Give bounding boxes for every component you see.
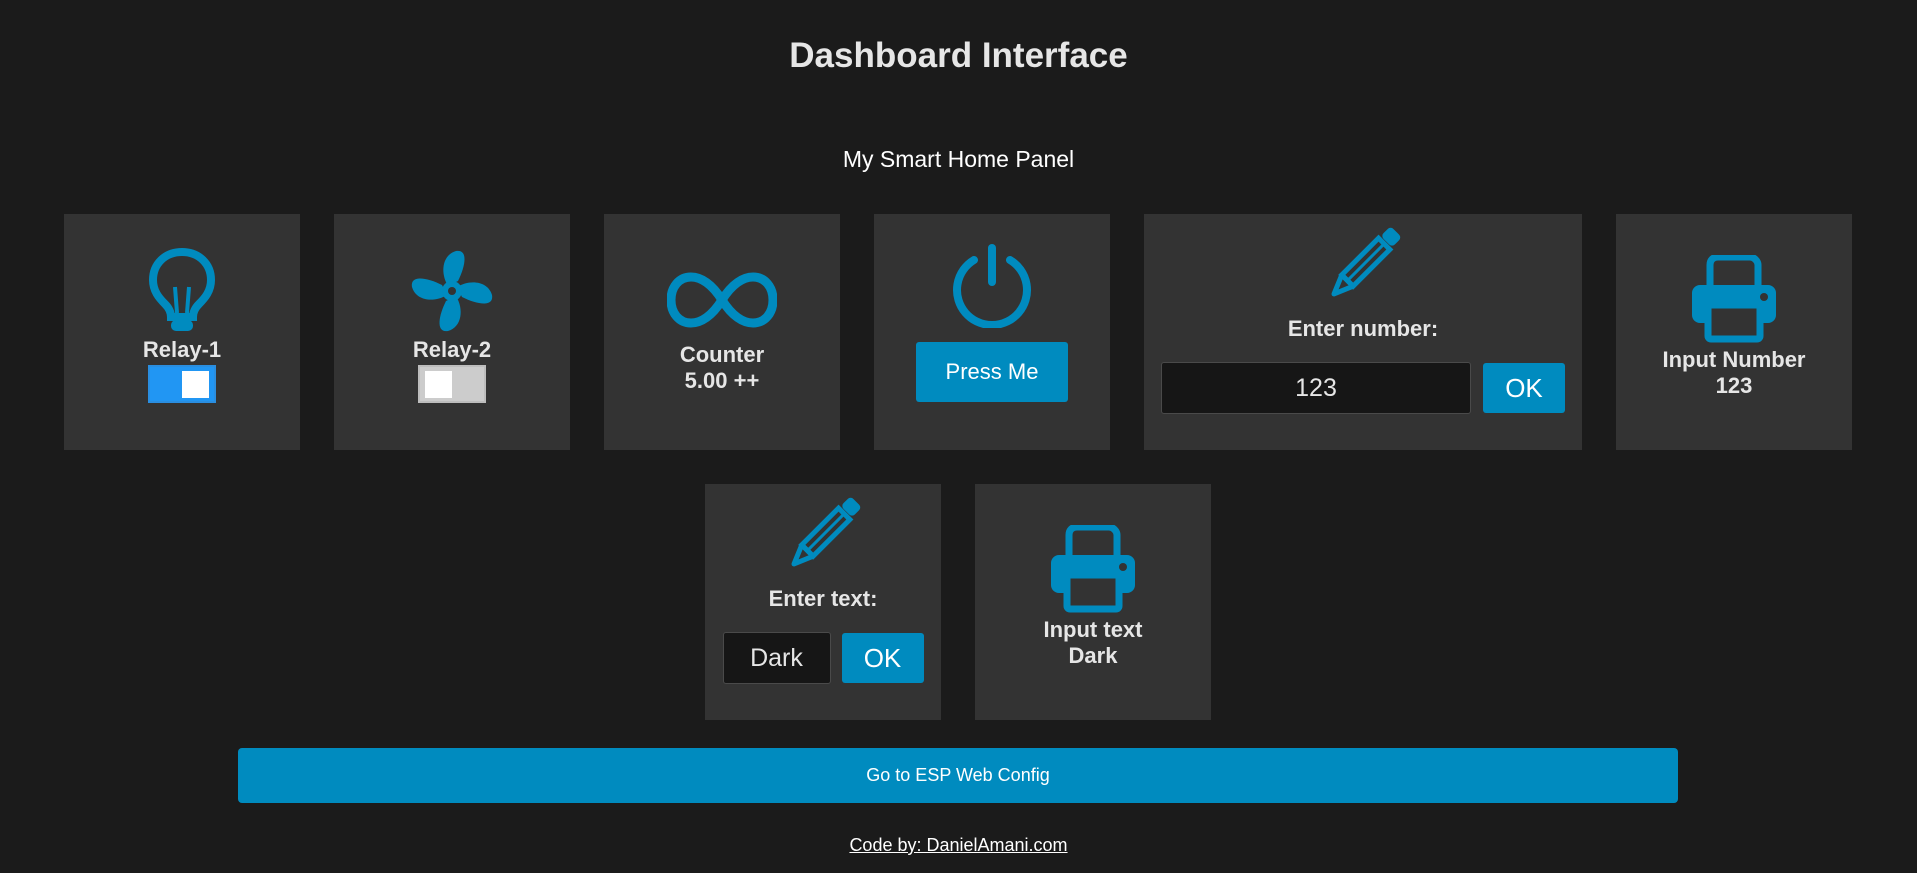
toggle-knob — [425, 371, 452, 398]
input-number-value: 123 — [1715, 373, 1753, 398]
pencil-icon — [791, 497, 861, 567]
printer-icon — [1692, 255, 1776, 343]
number-input-row: OK — [1161, 362, 1565, 414]
text-ok-button[interactable]: OK — [841, 633, 924, 683]
counter-label: Counter — [679, 342, 765, 367]
input-number-label: Input Number — [1662, 347, 1806, 372]
panel-subtitle: My Smart Home Panel — [842, 146, 1075, 172]
printer-icon — [1051, 525, 1135, 613]
number-input-card: Enter number: OK — [1144, 214, 1582, 450]
input-text-value: Dark — [1068, 643, 1118, 668]
pencil-icon — [1331, 227, 1401, 297]
toggle-knob — [182, 371, 209, 398]
relay-1-label: Relay-1 — [142, 337, 222, 362]
text-display-card: Input text Dark — [975, 484, 1211, 720]
number-input[interactable] — [1161, 362, 1471, 414]
fan-icon — [411, 250, 493, 332]
counter-value: 5.00 ++ — [684, 368, 760, 393]
power-icon — [953, 244, 1031, 328]
infinity-icon — [667, 272, 777, 328]
enter-text-label: Enter text: — [768, 586, 878, 611]
relay-1-toggle[interactable] — [148, 365, 216, 403]
number-ok-button[interactable]: OK — [1483, 363, 1565, 413]
text-input[interactable] — [722, 632, 831, 684]
counter-card: Counter 5.00 ++ — [604, 214, 840, 450]
number-display-card: Input Number 123 — [1616, 214, 1852, 450]
esp-web-config-button[interactable]: Go to ESP Web Config — [238, 748, 1678, 803]
page-title: Dashboard Interface — [789, 36, 1128, 75]
relay-1-card: Relay-1 — [64, 214, 300, 450]
enter-number-label: Enter number: — [1287, 316, 1439, 341]
relay-2-label: Relay-2 — [412, 337, 492, 362]
footer-credit-link[interactable]: Code by: DanielAmani.com — [0, 835, 1917, 856]
relay-2-card: Relay-2 — [334, 214, 570, 450]
press-card: Press Me — [874, 214, 1110, 450]
text-input-card: Enter text: OK — [705, 484, 941, 720]
lightbulb-icon — [148, 247, 216, 331]
text-input-row: OK — [722, 632, 924, 684]
relay-2-toggle[interactable] — [418, 365, 486, 403]
input-text-label: Input text — [1043, 617, 1143, 642]
press-me-button[interactable]: Press Me — [916, 342, 1068, 402]
